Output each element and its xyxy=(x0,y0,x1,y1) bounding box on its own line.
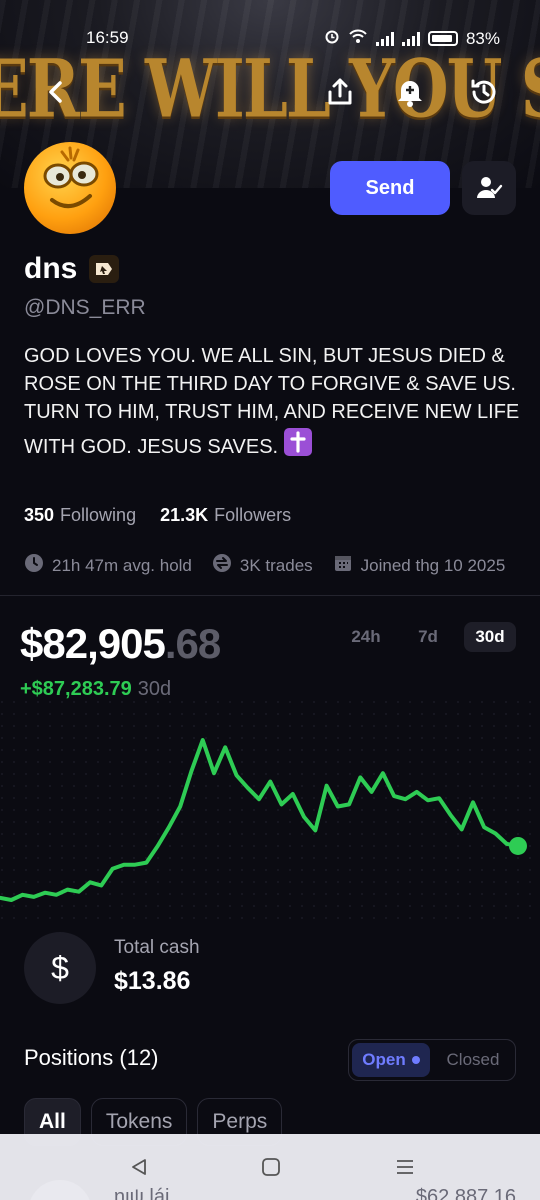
divider xyxy=(0,595,540,596)
joined-text: Joined thg 10 2025 xyxy=(360,555,506,575)
status-time: 16:59 xyxy=(86,28,129,47)
avg-hold: 21h 47m avg. hold xyxy=(24,553,192,578)
range-24h[interactable]: 24h xyxy=(340,622,392,652)
dollar-icon: $ xyxy=(24,932,96,1004)
followers-label: Followers xyxy=(214,505,292,525)
profile-handle: @DNS_ERR xyxy=(24,296,146,319)
joined: Joined thg 10 2025 xyxy=(333,553,506,578)
system-nav-bar: ηιψ lái $62,887.16 xyxy=(0,1134,540,1200)
nav-recents-icon[interactable] xyxy=(390,1154,420,1180)
clock-icon xyxy=(24,553,44,578)
profile-name-row: dns xyxy=(24,252,120,286)
range-30d[interactable]: 30d xyxy=(464,622,516,652)
back-icon[interactable] xyxy=(38,74,74,110)
position-avatar xyxy=(28,1180,92,1200)
avg-hold-text: 21h 47m avg. hold xyxy=(52,555,192,575)
calendar-icon xyxy=(333,553,353,578)
signal-icon xyxy=(375,31,394,46)
nav-home-icon[interactable] xyxy=(256,1154,286,1180)
profile-name: dns xyxy=(24,252,78,285)
followers-count: 21.3K xyxy=(160,505,209,525)
status-bar: 16:59 83% xyxy=(0,22,540,52)
total-cash-label: Total cash xyxy=(114,937,200,958)
wifi-icon xyxy=(348,28,368,49)
following-count: 350 xyxy=(24,505,55,525)
nav-back-icon[interactable] xyxy=(124,1154,154,1180)
toggle-open-label: Open xyxy=(362,1050,406,1069)
battery-percent: 83% xyxy=(465,28,500,48)
trades: 3K trades xyxy=(212,553,313,578)
banner-text: ERE WILL YOU SPEND ETERN xyxy=(0,42,540,137)
chart-end-point xyxy=(509,836,527,855)
followers-link[interactable]: 21.3K Followers xyxy=(160,505,291,526)
following-link[interactable]: 350 Following xyxy=(24,505,136,526)
swap-icon xyxy=(212,553,232,578)
alarm-icon xyxy=(324,28,340,49)
share-icon[interactable] xyxy=(322,74,358,110)
active-dot-icon xyxy=(411,1056,420,1064)
following-label: Following xyxy=(60,505,137,525)
battery-icon xyxy=(427,31,458,46)
bell-plus-icon[interactable] xyxy=(392,74,428,110)
balance-whole: $82,905 xyxy=(20,620,166,667)
balance-cents: .68 xyxy=(164,620,221,667)
send-button[interactable]: Send xyxy=(330,161,450,215)
position-name: ηιψ lái xyxy=(114,1186,170,1200)
toggle-closed[interactable]: Closed xyxy=(434,1050,512,1070)
profile-meta: 21h 47m avg. hold 3K trades Joined thg 1… xyxy=(24,553,540,578)
total-cash-value: $13.86 xyxy=(114,967,191,995)
signal-icon xyxy=(401,31,420,46)
bio-text: GOD LOVES YOU. WE ALL SIN, BUT JESUS DIE… xyxy=(24,345,520,458)
smiley-face-icon xyxy=(43,146,99,208)
pnl-chart[interactable] xyxy=(0,700,540,920)
cross-emoji-icon xyxy=(283,428,312,456)
position-value: $62,887.16 xyxy=(415,1186,516,1200)
positions-title: Positions (12) xyxy=(24,1045,159,1070)
chart-grid xyxy=(0,700,540,920)
verified-badge-icon xyxy=(89,255,120,283)
profile-bio: GOD LOVES YOU. WE ALL SIN, BUT JESUS DIE… xyxy=(24,342,524,461)
pnl-period: 30d xyxy=(137,678,172,700)
history-icon[interactable] xyxy=(466,74,502,110)
open-closed-toggle: Open Closed xyxy=(348,1039,516,1081)
trades-text: 3K trades xyxy=(239,555,313,575)
range-selector: 24h 7d 30d xyxy=(340,622,516,652)
pnl-value: +$87,283.79 xyxy=(20,678,132,700)
pnl-change: +$87,283.79 30d xyxy=(20,678,171,701)
range-7d[interactable]: 7d xyxy=(402,622,454,652)
avatar xyxy=(24,142,116,234)
follow-user-icon[interactable] xyxy=(462,161,516,215)
status-icons: 83% xyxy=(324,28,500,49)
toggle-open[interactable]: Open xyxy=(352,1043,430,1077)
follow-counts: 350 Following 21.3K Followers xyxy=(24,505,291,526)
portfolio-balance: $82,905.68 xyxy=(20,620,221,668)
